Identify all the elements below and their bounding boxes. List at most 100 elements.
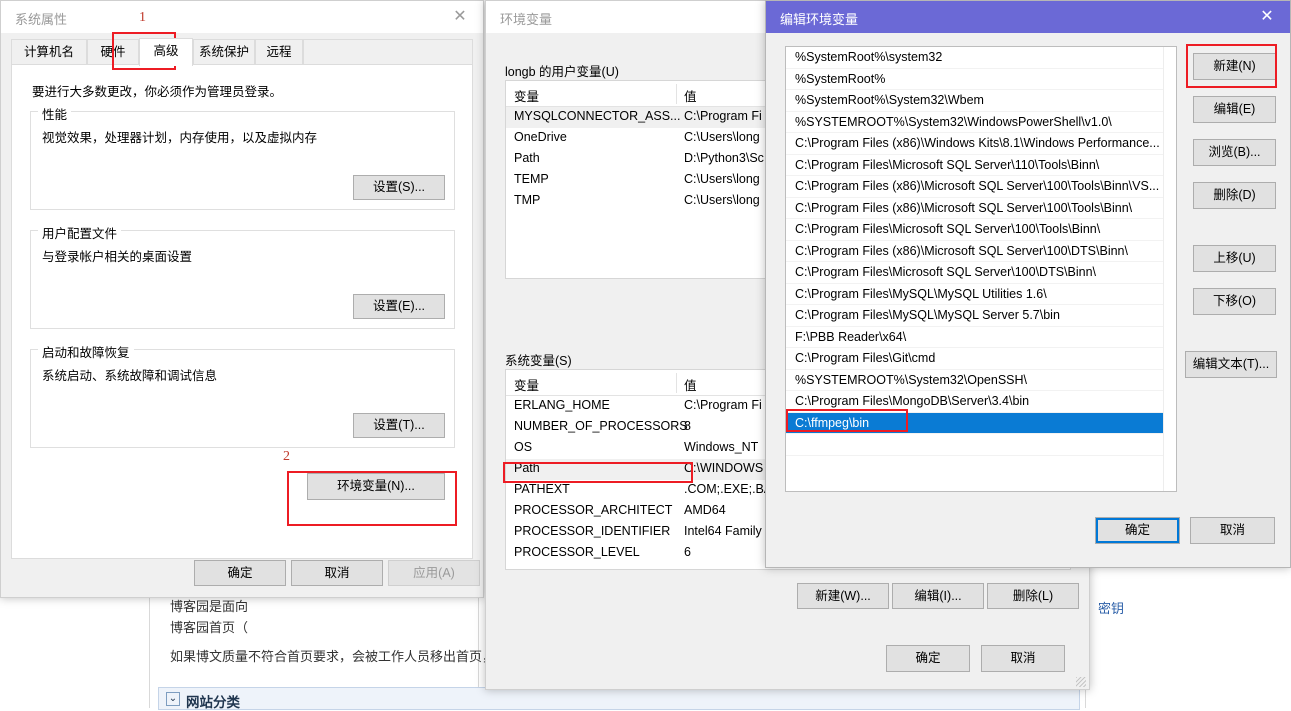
performance-settings-button[interactable]: 设置(S)... [353,175,445,200]
move-down-button[interactable]: 下移(O) [1193,288,1276,315]
user-col-name[interactable]: 变量 [514,86,539,105]
list-item[interactable]: C:\Program Files\Microsoft SQL Server\11… [786,155,1176,176]
bg-side-link[interactable]: 密钥 [1098,598,1124,617]
list-item[interactable]: C:\Program Files (x86)\Microsoft SQL Ser… [786,176,1176,198]
user-col-value[interactable]: 值 [684,86,697,105]
list-item[interactable]: %SystemRoot% [786,69,1176,90]
path-value: C:\Program Files (x86)\Windows Kits\8.1\… [795,136,1160,150]
list-item[interactable]: %SystemRoot%\system32 [786,47,1176,69]
environment-variables-button[interactable]: 环境变量(N)... [307,473,445,500]
list-item[interactable]: %SystemRoot%\System32\Wbem [786,90,1176,112]
system-new-button[interactable]: 新建(W)... [797,583,889,609]
system-var-value: .COM;.EXE;.BA [684,482,773,496]
move-up-button[interactable]: 上移(U) [1193,245,1276,272]
path-value: C:\Program Files\MongoDB\Server\3.4\bin [795,394,1030,408]
sysprops-apply-button: 应用(A) [388,560,480,586]
sysprops-cancel-button[interactable]: 取消 [291,560,383,586]
user-var-name: MYSQLCONNECTOR_ASS... [514,109,681,123]
list-item[interactable]: %SYSTEMROOT%\System32\OpenSSH\ [786,370,1176,391]
edit-text-button[interactable]: 编辑文本(T)... [1185,351,1277,378]
advanced-tab-panel: 要进行大多数更改，你必须作为管理员登录。 性能 视觉效果，处理器计划，内存使用，… [11,64,473,559]
list-item-selected[interactable]: C:\ffmpeg\bin [786,412,1176,434]
list-item[interactable]: C:\Program Files (x86)\Microsoft SQL Ser… [786,241,1176,262]
close-icon[interactable]: ✕ [1244,1,1290,33]
envvars-ok-button[interactable]: 确定 [886,645,970,672]
sysprops-ok-button[interactable]: 确定 [194,560,286,586]
user-var-name: TEMP [514,172,549,186]
chevron-down-icon[interactable]: ⌄ [166,692,180,706]
path-value: C:\Program Files\Git\cmd [795,351,936,365]
environment-variables-title: 环境变量 [500,12,553,27]
user-var-name: Path [514,151,540,165]
user-profiles-settings-button[interactable]: 设置(E)... [353,294,445,319]
list-item[interactable]: F:\PBB Reader\x64\ [786,327,1176,348]
system-col-name[interactable]: 变量 [514,375,539,394]
path-entries-listbox[interactable]: %SystemRoot%\system32 %SystemRoot% %Syst… [785,46,1177,492]
system-var-value: 6 [684,545,691,559]
user-variables-label: longb 的用户变量(U) [505,65,619,79]
list-item[interactable] [786,434,1176,456]
user-var-value: C:\Users\long [684,172,760,186]
tab-advanced[interactable]: 高级 [139,38,193,66]
resize-grip[interactable] [1076,677,1086,687]
system-var-value: C:\WINDOWS [684,461,764,475]
new-button[interactable]: 新建(N) [1193,53,1276,80]
user-var-value: C:\Users\long [684,193,760,207]
system-properties-titlebar: 系统属性 ✕ [1,1,483,33]
path-value: F:\PBB Reader\x64\ [795,329,907,344]
edit-env-title: 编辑环境变量 [780,12,859,27]
bg-line-2: 如果博文质量不符合首页要求，会被工作人员移出首页，望 [170,649,509,664]
path-value: C:\ffmpeg\bin [795,415,870,430]
column-separator[interactable] [676,373,677,393]
list-item[interactable]: C:\Program Files (x86)\Windows Kits\8.1\… [786,133,1176,155]
system-var-name: PROCESSOR_LEVEL [514,545,640,559]
list-item[interactable]: C:\Program Files\Git\cmd [786,348,1176,370]
edit-env-cancel-button[interactable]: 取消 [1190,517,1275,544]
delete-button[interactable]: 删除(D) [1193,182,1276,209]
path-value: %SYSTEMROOT%\System32\WindowsPowerShell\… [795,114,1112,129]
system-var-value: Intel64 Family [684,524,762,538]
envvars-cancel-button[interactable]: 取消 [981,645,1065,672]
startup-recovery-group-title: 启动和故障恢复 [38,342,134,361]
user-var-value: D:\Python3\Sc [684,151,764,165]
list-item[interactable]: C:\Program Files\MongoDB\Server\3.4\bin [786,391,1176,413]
list-item[interactable]: C:\Program Files\MySQL\MySQL Server 5.7\… [786,305,1176,327]
edit-button[interactable]: 编辑(E) [1193,96,1276,123]
system-col-value[interactable]: 值 [684,375,697,394]
system-delete-button[interactable]: 删除(L) [987,583,1079,609]
close-icon[interactable]: ✕ [437,1,483,33]
annotation-number-1: 1 [139,10,146,25]
system-properties-tabstrip: 计算机名 硬件 高级 系统保护 远程 [11,38,473,66]
system-var-value: C:\Program Fi [684,398,762,412]
user-var-value: C:\Program Fi [684,109,762,123]
system-var-name: ERLANG_HOME [514,398,610,412]
list-item[interactable]: C:\Program Files\MySQL\MySQL Utilities 1… [786,284,1176,305]
path-value: C:\Program Files (x86)\Microsoft SQL Ser… [795,200,1133,215]
system-var-value: 8 [684,419,691,433]
edit-env-titlebar: 编辑环境变量 ✕ [766,1,1290,33]
system-var-name: Path [514,461,540,475]
system-edit-button[interactable]: 编辑(I)... [892,583,984,609]
browse-button[interactable]: 浏览(B)... [1193,139,1276,166]
edit-env-ok-button[interactable]: 确定 [1095,517,1180,544]
path-value: %SYSTEMROOT%\System32\OpenSSH\ [795,372,1028,387]
column-separator[interactable] [676,84,677,104]
system-properties-window: 系统属性 ✕ 计算机名 硬件 高级 系统保护 远程 要进行大多数更改，你必须作为… [0,0,484,598]
tab-hardware[interactable]: 硬件 [87,39,139,65]
performance-group-title: 性能 [38,104,72,123]
bg-line-0: 博客园是面向 [170,599,249,614]
list-item[interactable]: C:\Program Files\Microsoft SQL Server\10… [786,262,1176,284]
tab-system-protection[interactable]: 系统保护 [193,39,255,65]
bg-line-1: 博客园首页（ [170,620,249,635]
bg-section-label: 网站分类 [186,695,240,710]
tab-remote[interactable]: 远程 [255,39,303,65]
list-item[interactable]: %SYSTEMROOT%\System32\WindowsPowerShell\… [786,112,1176,133]
path-value: C:\Program Files\MySQL\MySQL Utilities 1… [795,286,1047,301]
tab-computer-name[interactable]: 计算机名 [11,39,87,65]
path-value: C:\Program Files (x86)\Microsoft SQL Ser… [795,179,1160,193]
list-item[interactable]: C:\Program Files\Microsoft SQL Server\10… [786,219,1176,241]
path-list-scrollbar[interactable] [1163,47,1176,491]
system-var-name: PROCESSOR_IDENTIFIER [514,524,671,538]
startup-recovery-settings-button[interactable]: 设置(T)... [353,413,445,438]
list-item[interactable]: C:\Program Files (x86)\Microsoft SQL Ser… [786,198,1176,219]
